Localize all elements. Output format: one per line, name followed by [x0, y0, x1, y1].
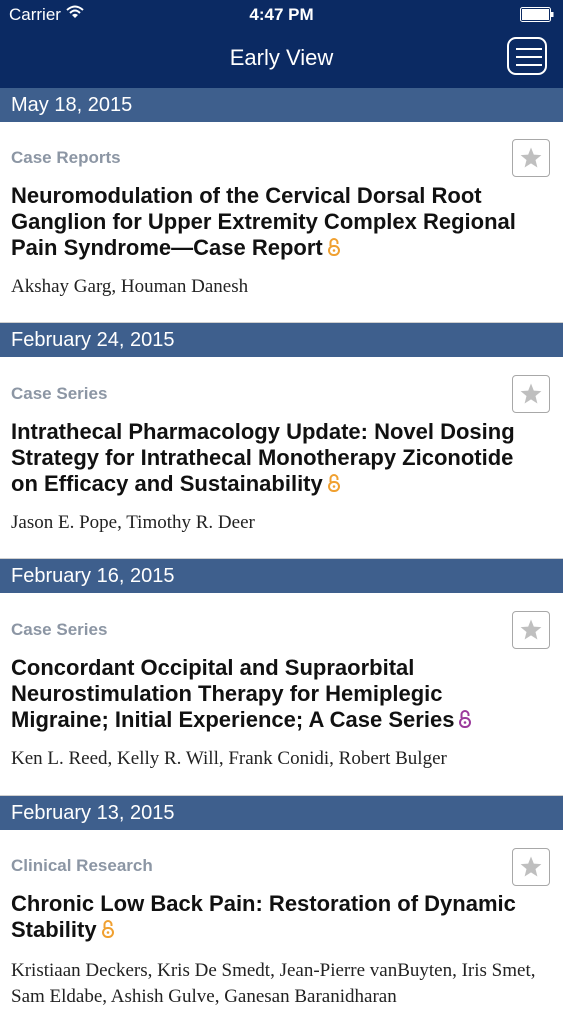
date-header: February 16, 2015: [0, 559, 563, 593]
article-authors: Akshay Garg, Houman Danesh: [11, 276, 249, 297]
menu-button[interactable]: [507, 37, 547, 75]
article-title-text: Neuromodulation of the Cervical Dorsal R…: [11, 183, 516, 260]
star-icon: [520, 147, 542, 168]
battery-icon: [520, 7, 554, 22]
status-bar: Carrier 4:47 PM: [0, 0, 563, 30]
open-lock-icon: [327, 238, 340, 256]
article-authors: Jason E. Pope, Timothy R. Deer: [11, 512, 255, 533]
favorite-button[interactable]: [512, 375, 550, 413]
article-title[interactable]: Neuromodulation of the Cervical Dorsal R…: [11, 183, 536, 261]
article-category: Case Reports: [11, 148, 121, 167]
favorite-button[interactable]: [512, 611, 550, 649]
page-title: Early View: [229, 45, 334, 70]
article-category: Case Series: [11, 620, 108, 639]
clock: 4:47 PM: [249, 5, 314, 24]
article-title[interactable]: Chronic Low Back Pain: Restoration of Dy…: [11, 891, 536, 943]
article-title-text: Chronic Low Back Pain: Restoration of Dy…: [11, 891, 516, 942]
article-title[interactable]: Intrathecal Pharmacology Update: Novel D…: [11, 419, 536, 497]
open-lock-icon: [327, 474, 340, 492]
star-icon: [520, 383, 542, 404]
favorite-button[interactable]: [512, 139, 550, 177]
article-authors: Ken L. Reed, Kelly R. Will, Frank Conidi…: [11, 748, 447, 769]
article-title-text: Intrathecal Pharmacology Update: Novel D…: [11, 419, 515, 496]
article-category: Clinical Research: [11, 856, 153, 875]
date-header: February 24, 2015: [0, 323, 563, 357]
date-header: May 18, 2015: [0, 88, 563, 122]
date-header: February 13, 2015: [0, 796, 563, 830]
article-category: Case Series: [11, 384, 108, 403]
favorite-button[interactable]: [512, 848, 550, 886]
star-icon: [520, 619, 542, 640]
top-bar: Carrier 4:47 PM Early View: [0, 0, 563, 88]
open-lock-icon: [101, 920, 114, 938]
article-authors: Kristiaan Deckers, Kris De Smedt, Jean-P…: [11, 960, 536, 1007]
star-icon: [520, 856, 542, 877]
article-title-text: Concordant Occipital and Supraorbital Ne…: [11, 655, 455, 732]
article-title[interactable]: Concordant Occipital and Supraorbital Ne…: [11, 655, 536, 733]
open-lock-icon: [459, 710, 472, 728]
